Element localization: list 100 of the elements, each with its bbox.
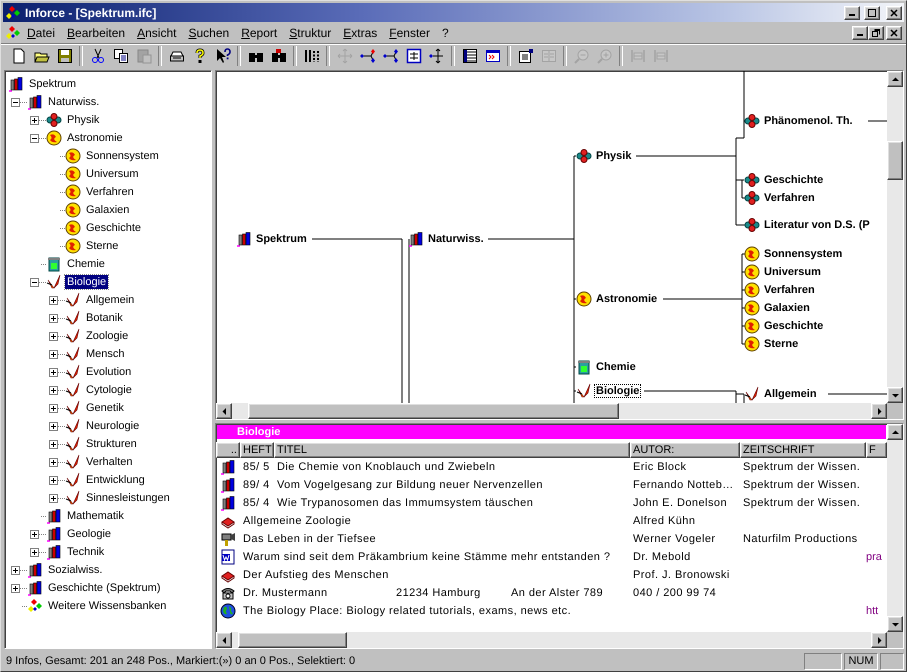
diagram-node[interactable]: Naturwiss. [427,233,485,245]
tree-item[interactable]: Sterne [84,239,120,253]
diagram-node[interactable]: Phänomenol. Th. [763,115,854,127]
column-header[interactable]: AUTOR: [630,442,740,458]
tree-item[interactable]: Chemie [65,257,107,271]
expander-toggle[interactable] [49,314,58,322]
scrollbar[interactable] [216,403,887,419]
diagram-node[interactable]: Universum [763,266,822,278]
diagram-node[interactable]: Verfahren [763,284,816,296]
menu-item[interactable]: Report [235,24,284,40]
tree-item[interactable]: Spektrum [27,77,78,91]
diagram-node[interactable]: Geschichte [763,174,824,186]
expander-toggle[interactable] [49,458,58,466]
column-header[interactable]: F [866,442,887,458]
menu-item[interactable]: Suchen [182,24,236,40]
menu-item[interactable]: Fenster [383,24,436,40]
tree-item[interactable]: Botanik [84,311,125,325]
tree-item[interactable]: Sonnensystem [84,149,161,163]
diagram-node[interactable]: Sterne [763,338,800,350]
diagram-node[interactable]: Allgemein [763,388,818,400]
diagram-node[interactable]: Galaxien [763,302,811,314]
tree-item[interactable]: Neurologie [84,419,142,433]
scroll-left-button[interactable] [216,632,232,648]
diagram-node[interactable]: Geschichte [763,320,824,332]
tree-item[interactable]: Naturwiss. [46,95,102,109]
tree-item[interactable]: Verhalten [84,455,134,469]
expander-toggle[interactable] [30,548,39,556]
expander-toggle[interactable] [49,422,58,430]
tree-item[interactable]: Universum [84,167,141,181]
diagram-node[interactable]: Literatur von D.S. (P [763,219,871,231]
minimize-button[interactable] [844,6,860,20]
tree-item[interactable]: Sinnesleistungen [84,491,172,505]
scroll-down-button[interactable] [887,616,903,632]
expander-toggle[interactable] [30,134,39,142]
scroll-right-button[interactable] [871,403,887,419]
tree-item[interactable]: Verfahren [84,185,136,199]
tree-item[interactable]: Evolution [84,365,134,379]
expander-toggle[interactable] [49,494,58,502]
diagram-node[interactable]: Biologie [595,385,640,397]
tree-item[interactable]: Strukturen [84,437,139,451]
expander-toggle[interactable] [49,404,58,412]
scrollbar[interactable] [216,632,887,648]
expander-toggle[interactable] [49,386,58,394]
scrollbar[interactable] [887,71,903,403]
menu-item[interactable]: Extras [337,24,384,40]
menu-item[interactable]: ? [436,24,455,40]
tree-item[interactable]: Entwicklung [84,473,147,487]
scroll-thumb[interactable] [887,141,903,180]
expander-toggle[interactable] [30,530,39,538]
diagram-node[interactable]: Physik [595,150,632,162]
scroll-thumb[interactable] [248,403,619,419]
expander-toggle[interactable] [49,332,58,340]
expander-toggle[interactable] [49,476,58,484]
diagram-node[interactable]: Verfahren [763,192,816,204]
scroll-up-button[interactable] [887,71,903,87]
expander-toggle[interactable] [11,584,20,592]
expander-toggle[interactable] [30,116,39,124]
maximize-button[interactable] [864,6,880,20]
diagram-node[interactable]: Spektrum [255,233,308,245]
column-header[interactable]: .. [216,442,240,458]
menu-item[interactable]: Bearbeiten [61,24,132,40]
menu-item[interactable]: Ansicht [131,24,182,40]
tree-item[interactable]: Weitere Wissensbanken [46,599,168,613]
diagram-node[interactable]: Chemie [595,361,637,373]
column-header[interactable]: HEFT [240,442,274,458]
expander-toggle[interactable] [30,278,39,286]
close-button[interactable] [886,26,902,40]
tree-item[interactable]: Zoologie [84,329,130,343]
tree-item[interactable]: Allgemein [84,293,136,307]
tree-item[interactable]: Mathematik [65,509,126,523]
tree-item[interactable]: Physik [65,113,102,127]
tree-item[interactable]: Genetik [84,401,126,415]
tree-item[interactable]: Technik [65,545,106,559]
tree-item[interactable]: Geschichte [84,221,144,235]
tree-item[interactable]: Sozialwiss. [46,563,104,577]
scroll-down-button[interactable] [887,387,903,403]
scroll-up-button[interactable] [887,424,903,440]
expander-toggle[interactable] [49,368,58,376]
column-header[interactable]: TITEL [274,442,630,458]
restore-button[interactable] [868,26,884,40]
tree-item[interactable]: Galaxien [84,203,132,217]
close-button[interactable] [886,6,902,20]
scroll-right-button[interactable] [871,632,887,648]
expander-toggle[interactable] [49,296,58,304]
tree-item[interactable]: Astronomie [65,131,125,145]
diagram-node[interactable]: Sonnensystem [763,248,844,260]
column-header[interactable]: ZEITSCHRIFT [740,442,866,458]
tree-item[interactable]: Geologie [65,527,114,541]
tree-item[interactable]: Geschichte (Spektrum) [46,581,162,595]
tree-item[interactable]: Mensch [84,347,127,361]
expander-toggle[interactable] [11,566,20,574]
expander-toggle[interactable] [49,440,58,448]
tree-item[interactable]: Cytologie [84,383,134,397]
scroll-left-button[interactable] [216,403,232,419]
diagram-node[interactable]: Astronomie [595,293,658,305]
minimize-button[interactable] [852,26,868,40]
scroll-thumb[interactable] [238,632,347,648]
menu-item[interactable]: Struktur [283,24,338,40]
scrollbar[interactable] [887,424,903,632]
menu-item[interactable]: Datei [21,24,62,40]
